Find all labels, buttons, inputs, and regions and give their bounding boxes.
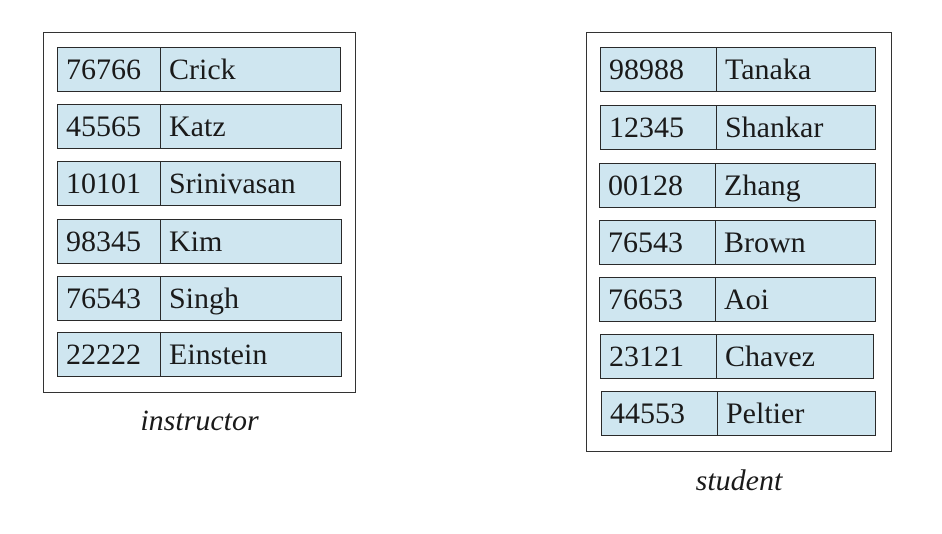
instructor-caption: instructor [140,404,259,437]
student-row: 00128 Zhang [599,163,876,208]
student-id-cell: 76653 [600,278,716,321]
student-relation: 98988 Tanaka 12345 Shankar 00128 Zhang 7… [586,32,892,452]
instructor-id-cell: 45565 [58,105,161,148]
instructor-name-cell: Einstein [169,337,268,371]
instructor-row: 98345 Kim [57,219,342,264]
student-row: 23121 Chavez [600,334,874,379]
student-id-cell: 00128 [600,164,716,207]
instructor-row: 76543 Singh [57,276,342,321]
instructor-relation: 76766 Crick 45565 Katz 10101 Srinivasan … [43,32,356,393]
instructor-row: 10101 Srinivasan [57,161,341,206]
student-name-cell: Shankar [725,110,824,144]
student-id-cell: 12345 [601,106,717,149]
student-name-cell: Zhang [724,168,801,202]
instructor-name-cell: Katz [169,109,226,143]
student-id-cell: 98988 [601,48,717,91]
instructor-row: 45565 Katz [57,104,342,149]
student-row: 98988 Tanaka [600,47,876,92]
student-row: 12345 Shankar [600,105,876,150]
instructor-id-cell: 76766 [58,48,161,91]
student-caption: student [695,464,783,497]
student-row: 76543 Brown [599,220,876,265]
instructor-id-cell: 98345 [58,220,161,263]
student-id-cell: 23121 [601,335,717,378]
instructor-row: 22222 Einstein [57,332,342,377]
student-id-cell: 76543 [600,221,716,264]
instructor-name-cell: Kim [169,224,223,258]
student-id-cell: 44553 [602,392,718,435]
student-name-cell: Aoi [724,282,769,316]
instructor-name-cell: Singh [169,281,240,315]
student-name-cell: Chavez [725,339,815,373]
student-row: 44553 Peltier [601,391,876,436]
student-name-cell: Peltier [726,396,805,430]
student-name-cell: Tanaka [725,52,812,86]
instructor-id-cell: 76543 [58,277,161,320]
student-name-cell: Brown [724,225,806,259]
instructor-name-cell: Crick [169,52,236,86]
instructor-id-cell: 22222 [58,333,161,376]
instructor-name-cell: Srinivasan [169,166,296,200]
student-row: 76653 Aoi [599,277,876,322]
instructor-row: 76766 Crick [57,47,341,92]
instructor-id-cell: 10101 [58,162,161,205]
